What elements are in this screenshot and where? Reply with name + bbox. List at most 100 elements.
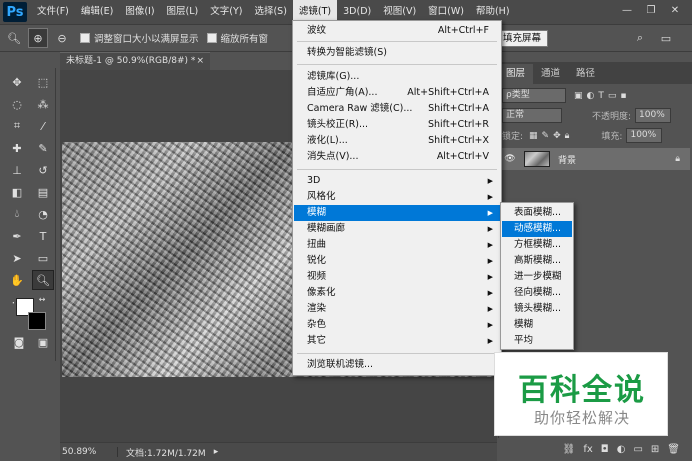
close-tab-icon[interactable]: × bbox=[196, 53, 204, 70]
document-tab[interactable]: 未标题-1 @ 50.9%(RGB/8#) * × bbox=[60, 52, 210, 70]
watermark-overlay: 百科全说 助你轻松解决 bbox=[494, 352, 668, 436]
menu-item-adaptive-wide[interactable]: 自适应广角(A)... Alt+Shift+Ctrl+A bbox=[294, 85, 501, 101]
swap-colors-icon[interactable]: ↔ bbox=[36, 294, 48, 304]
opacity-label: 不透明度: bbox=[592, 112, 632, 122]
lock-icons[interactable]: ▦✎✥🔒︎ bbox=[529, 131, 573, 141]
zoom-out-icon[interactable]: ⊖ bbox=[52, 28, 72, 48]
submenu-surface-blur[interactable]: 表面模糊... bbox=[502, 205, 572, 221]
menu-item-sharpen[interactable]: 锐化 ▶ bbox=[294, 253, 501, 269]
gradient-tool-icon[interactable]: ▤ bbox=[32, 182, 54, 202]
layer-row[interactable]: 👁︎ 背景 🔒︎ bbox=[500, 148, 690, 170]
zoom-tool-icon[interactable]: 🔍︎ bbox=[32, 270, 54, 290]
menu-image[interactable]: 图像(I) bbox=[119, 0, 160, 24]
crop-tool-icon[interactable]: ⌗ bbox=[6, 116, 28, 136]
menu-item-convert-smart[interactable]: 转换为智能滤镜(S) bbox=[294, 45, 501, 61]
status-arrow-icon[interactable]: ▸ bbox=[214, 447, 219, 457]
menu-select[interactable]: 选择(S) bbox=[248, 0, 292, 24]
submenu-radial-blur[interactable]: 径向模糊... bbox=[502, 285, 572, 301]
path-select-icon[interactable]: ➤ bbox=[6, 248, 28, 268]
search-icon[interactable]: ⌕ bbox=[630, 28, 650, 48]
menu-item-liquify[interactable]: 液化(L)... Shift+Ctrl+X bbox=[294, 133, 501, 149]
tab-layers[interactable]: 图层 bbox=[498, 64, 534, 84]
adjustment-layer-icon[interactable]: ◐ bbox=[617, 444, 626, 455]
menu-item-lens-correction[interactable]: 镜头校正(R)... Shift+Ctrl+R bbox=[294, 117, 501, 133]
menu-item-video[interactable]: 视频 ▶ bbox=[294, 269, 501, 285]
link-layers-icon[interactable]: ⛓ bbox=[563, 444, 576, 455]
layer-filter-row: ρ类型 ▣◐T▭▪ bbox=[502, 86, 688, 105]
menu-item-filter-gallery[interactable]: 滤镜库(G)... bbox=[294, 69, 501, 85]
submenu-gaussian-blur[interactable]: 高斯模糊... bbox=[502, 253, 572, 269]
background-color-swatch[interactable] bbox=[28, 312, 46, 330]
menu-item-vanishing-point[interactable]: 消失点(V)... Alt+Ctrl+V bbox=[294, 149, 501, 165]
blur-tool-icon[interactable]: 💧︎ bbox=[6, 204, 28, 224]
type-tool-icon[interactable]: T bbox=[32, 226, 54, 246]
fill-label: 填充: bbox=[601, 132, 623, 142]
screen-mode-icon[interactable]: ▣ bbox=[32, 332, 54, 352]
new-layer-icon[interactable]: ⊞ bbox=[651, 444, 659, 455]
lock-row: 锁定: ▦✎✥🔒︎ 填充: 100% bbox=[502, 126, 688, 145]
menu-file[interactable]: 文件(F) bbox=[31, 0, 75, 24]
minimize-icon[interactable]: — bbox=[616, 3, 638, 19]
eyedropper-icon[interactable]: ⁄ bbox=[32, 116, 54, 136]
menu-item-distort[interactable]: 扭曲 ▶ bbox=[294, 237, 501, 253]
tab-paths[interactable]: 路径 bbox=[568, 64, 603, 84]
fill-input[interactable]: 100% bbox=[626, 128, 663, 143]
zoom-level[interactable]: 50.89% bbox=[60, 447, 118, 457]
close-icon[interactable]: ✕ bbox=[664, 3, 686, 19]
menu-item-render[interactable]: 渲染 ▶ bbox=[294, 301, 501, 317]
restore-icon[interactable]: ❐ bbox=[640, 3, 662, 19]
watermark-title: 百科全说 bbox=[518, 373, 646, 408]
menu-item-browse-online[interactable]: 浏览联机滤镜... bbox=[294, 357, 501, 373]
menu-type[interactable]: 文字(Y) bbox=[204, 0, 248, 24]
submenu-lens-blur[interactable]: 镜头模糊... bbox=[502, 301, 572, 317]
opacity-input[interactable]: 100% bbox=[635, 108, 672, 123]
history-brush-icon[interactable]: ↺ bbox=[32, 160, 54, 180]
dodge-tool-icon[interactable]: ◔ bbox=[32, 204, 54, 224]
menu-item-noise[interactable]: 杂色 ▶ bbox=[294, 317, 501, 333]
menu-layer[interactable]: 图层(L) bbox=[161, 0, 205, 24]
delete-layer-icon[interactable]: 🗑︎ bbox=[667, 444, 680, 455]
fill-screen-button[interactable]: 填充屏幕 bbox=[496, 30, 549, 47]
move-tool-icon[interactable]: ✥ bbox=[6, 72, 28, 92]
eraser-tool-icon[interactable]: ◧ bbox=[6, 182, 28, 202]
zoom-tool-preset-icon[interactable]: 🔍︎ bbox=[4, 28, 24, 48]
add-mask-icon[interactable]: ◘ bbox=[601, 444, 609, 455]
zoom-in-icon[interactable]: ⊕ bbox=[28, 28, 48, 48]
tab-channels[interactable]: 通道 bbox=[533, 64, 568, 84]
stamp-tool-icon[interactable]: ⊥ bbox=[6, 160, 28, 180]
submenu-average[interactable]: 平均 bbox=[502, 333, 572, 349]
shape-tool-icon[interactable]: ▭ bbox=[32, 248, 54, 268]
pen-tool-icon[interactable]: ✒ bbox=[6, 226, 28, 246]
marquee-tool-icon[interactable]: ⬚ bbox=[32, 72, 54, 92]
new-group-icon[interactable]: ▭ bbox=[633, 444, 642, 455]
photoshop-logo: Ps bbox=[3, 2, 27, 22]
quick-mask-icon[interactable]: ◙ bbox=[8, 332, 30, 352]
submenu-blur-more[interactable]: 进一步模糊 bbox=[502, 269, 572, 285]
fx-icon[interactable]: fx bbox=[583, 444, 592, 455]
zoom-all-checkbox[interactable] bbox=[206, 33, 217, 43]
healing-brush-icon[interactable]: ✚ bbox=[6, 138, 28, 158]
menu-item-last-filter[interactable]: 波纹 Alt+Ctrl+F bbox=[294, 23, 501, 39]
submenu-blur[interactable]: 模糊 bbox=[502, 317, 572, 333]
lasso-tool-icon[interactable]: ◌ bbox=[6, 94, 28, 114]
menu-item-blur-gallery[interactable]: 模糊画廊 ▶ bbox=[294, 221, 501, 237]
submenu-motion-blur[interactable]: 动感模糊... bbox=[502, 221, 572, 237]
submenu-box-blur[interactable]: 方框模糊... bbox=[502, 237, 572, 253]
menu-item-pixelate[interactable]: 像素化 ▶ bbox=[294, 285, 501, 301]
menu-item-blur[interactable]: 模糊 ▶ bbox=[294, 205, 501, 221]
menu-item-stylize[interactable]: 风格化 ▶ bbox=[294, 189, 501, 205]
workspace-icon[interactable]: ▭ bbox=[656, 28, 676, 48]
blend-mode-select[interactable]: 正常 bbox=[502, 108, 562, 123]
layer-filter-icons[interactable]: ▣◐T▭▪ bbox=[574, 91, 630, 101]
hand-tool-icon[interactable]: ✋ bbox=[6, 270, 28, 290]
resize-windows-checkbox[interactable] bbox=[80, 33, 90, 43]
visibility-eye-icon[interactable]: 👁︎ bbox=[500, 154, 520, 164]
brush-tool-icon[interactable]: ✎ bbox=[32, 138, 54, 158]
menu-edit[interactable]: 编辑(E) bbox=[75, 0, 119, 24]
menu-item-other[interactable]: 其它 ▶ bbox=[294, 333, 501, 349]
menu-item-3d[interactable]: 3D ▶ bbox=[294, 173, 501, 189]
menu-item-camera-raw[interactable]: Camera Raw 滤镜(C)... Shift+Ctrl+A bbox=[294, 101, 501, 117]
layer-thumbnail bbox=[524, 151, 550, 167]
magic-wand-icon[interactable]: ⁂ bbox=[32, 94, 54, 114]
layer-kind-select[interactable]: ρ类型 bbox=[502, 88, 566, 103]
